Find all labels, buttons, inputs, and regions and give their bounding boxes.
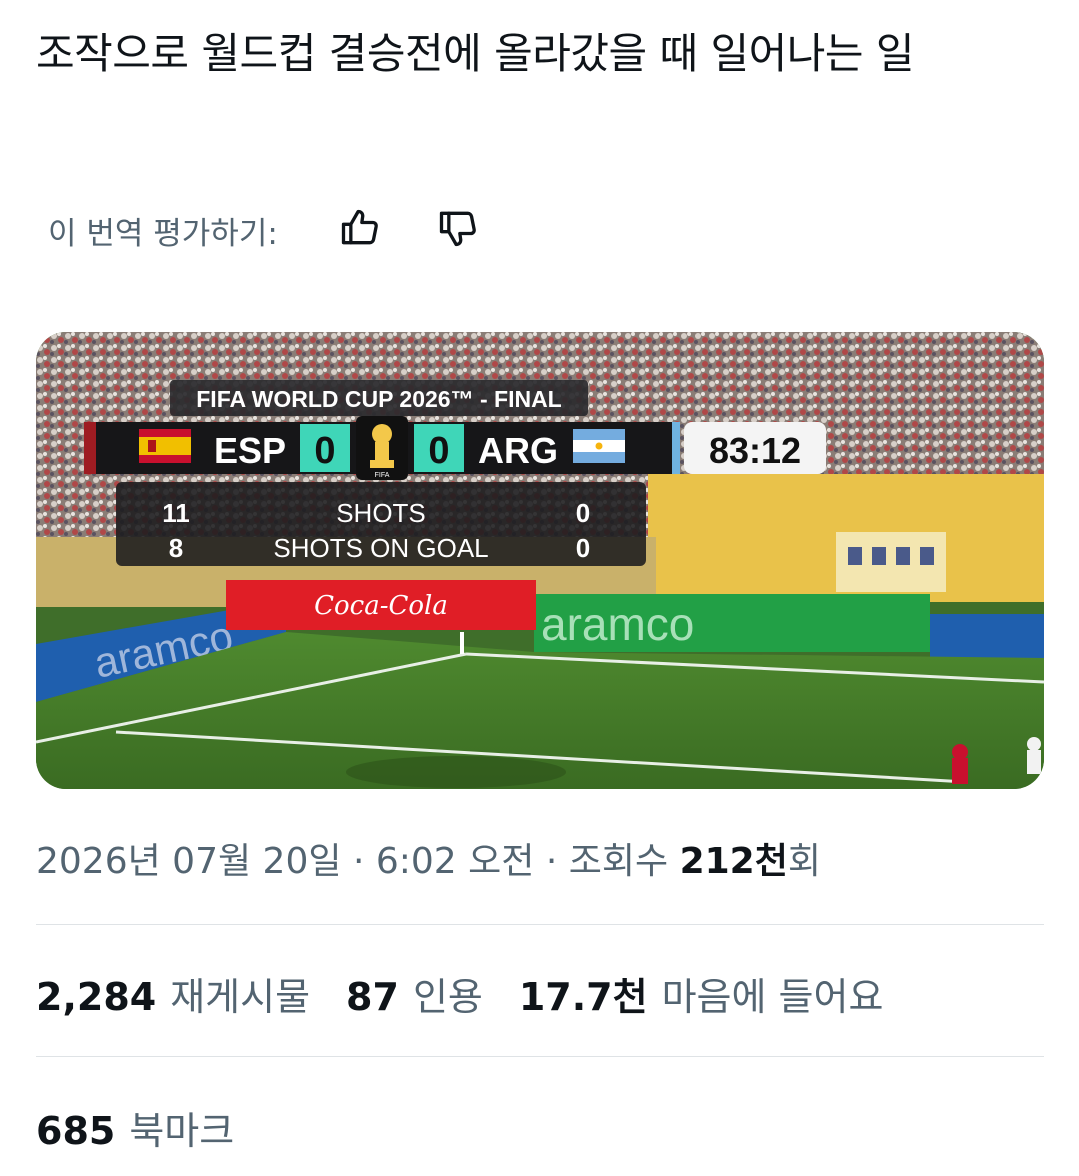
divider <box>36 1056 1044 1057</box>
post-time[interactable]: 6:02 오전 <box>376 841 535 882</box>
views-count: 212천 <box>679 841 788 882</box>
thumbs-down-icon[interactable] <box>436 206 484 254</box>
likes-stat[interactable]: 17.7천 마음에 들어요 <box>519 966 884 1021</box>
meta-separator: · <box>545 841 558 882</box>
player <box>952 744 968 760</box>
engagement-stats: 2,284 재게시물 87 인용 17.7천 마음에 들어요 <box>36 966 919 1021</box>
away-score: 0 <box>428 430 449 472</box>
bookmarks-count: 685 <box>36 1109 116 1153</box>
post-image[interactable]: aramco aramco Coca-Cola FIFA WORLD CUP 2… <box>36 332 1044 789</box>
aramco-right-text: aramco <box>541 598 694 650</box>
post-meta: 2026년 07월 20일 · 6:02 오전 · 조회수 212천회 <box>36 832 821 884</box>
meta-separator: · <box>352 841 365 882</box>
views-prefix: 조회수 <box>568 841 669 882</box>
bookmarks-label: 북마크 <box>129 1109 235 1153</box>
player <box>1027 737 1041 751</box>
stat-label-shots: SHOTS <box>336 498 426 528</box>
divider <box>36 924 1044 925</box>
views-suffix: 회 <box>787 841 821 882</box>
argentina-flag <box>573 429 625 463</box>
rate-translation-row: 이 번역 평가하기: <box>48 206 278 254</box>
stat-home-shots: 11 <box>162 498 190 528</box>
match-clock: 83:12 <box>709 430 801 471</box>
quotes-label: 인용 <box>412 975 483 1019</box>
stat-away-shots-on-goal: 0 <box>576 533 590 563</box>
quotes-count: 87 <box>346 975 399 1019</box>
retweets-stat[interactable]: 2,284 재게시물 <box>36 966 310 1021</box>
likes-label: 마음에 들어요 <box>661 975 884 1019</box>
spain-flag <box>139 429 191 463</box>
home-score: 0 <box>314 430 335 472</box>
away-team-code: ARG <box>478 430 558 471</box>
retweets-label: 재게시물 <box>170 975 311 1019</box>
home-team-code: ESP <box>214 430 286 471</box>
thumbs-up-icon[interactable] <box>338 206 386 254</box>
rate-translation-label: 이 번역 평가하기: <box>48 215 278 252</box>
stat-label-shots-on-goal: SHOTS ON GOAL <box>273 533 488 563</box>
likes-count: 17.7천 <box>518 975 648 1019</box>
scoreboard-header: FIFA WORLD CUP 2026™ - FINAL <box>196 386 561 412</box>
post-date[interactable]: 2026년 07월 20일 <box>36 841 341 882</box>
stat-home-shots-on-goal: 8 <box>169 533 183 563</box>
retweets-count: 2,284 <box>36 975 157 1019</box>
quotes-stat[interactable]: 87 인용 <box>346 966 483 1021</box>
coca-cola-text: Coca-Cola <box>314 591 448 621</box>
bookmarks-stat[interactable]: 685 북마크 <box>36 1100 234 1155</box>
stat-away-shots: 0 <box>576 498 590 528</box>
post-text: 조작으로 월드컵 결승전에 올라갔을 때 일어나는 일 <box>36 29 915 78</box>
trophy-badge: FIFA <box>375 472 390 479</box>
